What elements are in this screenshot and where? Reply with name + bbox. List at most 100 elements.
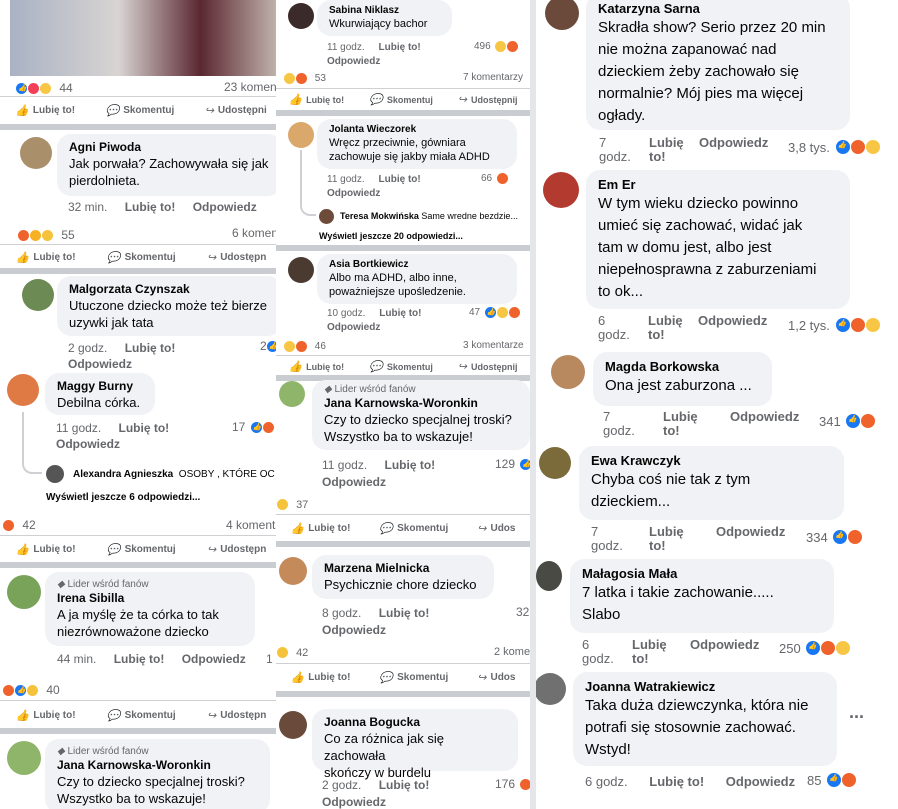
comment-reaction-count[interactable]: 1 [266, 652, 273, 666]
comment-reaction-count[interactable]: 47 [469, 306, 521, 319]
comment-reaction-count[interactable]: 3,8 tys. [788, 139, 881, 155]
post-reaction-count[interactable]: 42 [276, 646, 308, 659]
comment-author[interactable]: Jolanta Wieczorek [329, 123, 505, 136]
post-photo[interactable] [10, 0, 282, 76]
comment-reaction-count[interactable]: 341 [819, 413, 877, 429]
share-button[interactable]: ↪ Udostępn [207, 251, 266, 264]
comment-reply-button[interactable]: Odpowiedz [322, 623, 386, 637]
comment-author[interactable]: Irena Sibilla [57, 591, 243, 606]
share-button[interactable]: ↪ Udostępn [207, 543, 266, 556]
post-comment-count[interactable]: 4 komenta [226, 518, 282, 532]
comment-reply-button[interactable]: Odpowiedz [56, 437, 120, 451]
comment-reply-button[interactable]: Odpowiedz [182, 652, 246, 666]
comment-reply-button[interactable]: Odpowiedz [730, 410, 799, 424]
comment-reply-button[interactable]: Odpowiedz [726, 774, 795, 789]
comment-like-button[interactable]: Lubię to! [649, 774, 704, 789]
avatar[interactable] [288, 3, 314, 29]
comment-reply-button[interactable]: Odpowiedz [327, 322, 380, 333]
view-more-replies-link[interactable]: Wyświetl jeszcze 6 odpowiedzi... [46, 492, 200, 503]
comment-like-button[interactable]: Lubię to! [385, 458, 436, 472]
comment-reaction-count[interactable]: 32 [516, 605, 529, 619]
comment-reply-button[interactable]: Odpowiedz [698, 314, 767, 328]
comment-author[interactable]: Em Er [598, 176, 838, 193]
comment-like-button[interactable]: Lubię to! [632, 638, 667, 666]
avatar[interactable] [7, 741, 41, 775]
comment-author[interactable]: Joanna Watrakiewicz [585, 678, 825, 695]
comment-time[interactable]: 10 godz. [327, 308, 365, 319]
comment-button[interactable]: 💬 Skomentuj [107, 709, 176, 722]
comment-time[interactable]: 7 godz. [603, 410, 635, 438]
comment-like-button[interactable]: Lubię to! [648, 314, 683, 342]
share-button[interactable]: ↪ Udostępn [207, 709, 266, 722]
comment-reaction-count[interactable]: 496 [474, 40, 520, 53]
comment-time[interactable]: 7 godz. [591, 525, 623, 553]
avatar[interactable] [7, 374, 39, 406]
comment-time[interactable]: 11 godz. [327, 174, 365, 185]
avatar[interactable] [279, 557, 307, 585]
avatar[interactable] [288, 257, 314, 283]
comment-reply-button[interactable]: Odpowiedz [716, 525, 785, 539]
comment-like-button[interactable]: Lubię to! [379, 778, 430, 792]
like-button[interactable]: 👍 Lubię to! [291, 522, 351, 535]
avatar[interactable] [551, 355, 585, 389]
comment-author[interactable]: Asia Bortkiewicz [329, 258, 505, 271]
comment-time[interactable]: 11 godz. [327, 42, 365, 53]
comment-button[interactable]: 💬 Skomentuj [379, 671, 448, 684]
comment-reply-button[interactable]: Odpowiedz [193, 200, 257, 214]
comment-reaction-count[interactable]: 17 [232, 420, 275, 434]
comment-author[interactable]: Małagosia Mała [582, 565, 822, 582]
post-comment-count[interactable]: 6 komenta [232, 226, 282, 240]
comment-author[interactable]: Ewa Krawczyk [591, 452, 832, 469]
comment-button[interactable]: 💬 Skomentuj [105, 104, 174, 117]
comment-author[interactable]: Agni Piwoda [69, 140, 270, 155]
avatar[interactable] [319, 209, 334, 224]
avatar[interactable] [543, 172, 579, 208]
comment-reaction-count[interactable]: 85 [807, 772, 858, 788]
share-button[interactable]: ↪ Udostępnij [458, 360, 518, 373]
like-button[interactable]: 👍 Lubię to! [16, 543, 76, 556]
avatar[interactable] [279, 711, 307, 739]
comment-time[interactable]: 2 godz. [68, 341, 107, 355]
post-reaction-count[interactable]: 46 [283, 340, 326, 353]
like-button[interactable]: 👍 Lubię to! [16, 251, 76, 264]
comment-reaction-count[interactable]: 176 [495, 777, 530, 791]
comment-like-button[interactable]: Lubię to! [114, 652, 165, 666]
comment-author[interactable]: Jana Karnowska-Woronkin [324, 396, 518, 411]
share-button[interactable]: ↪ Udostępnij [458, 93, 518, 106]
post-reaction-count[interactable]: 55 [17, 228, 75, 242]
avatar[interactable] [46, 465, 64, 483]
reply-author[interactable]: Alexandra Agnieszka [73, 469, 173, 480]
comment-author[interactable]: Maggy Burny [57, 379, 143, 394]
avatar[interactable] [536, 561, 562, 591]
comment-button[interactable]: 💬 Skomentuj [107, 543, 176, 556]
comment-button[interactable]: 💬 Skomentuj [369, 360, 433, 373]
comment-author[interactable]: Jana Karnowska-Woronkin [57, 758, 258, 773]
view-more-replies-link[interactable]: Wyświetl jeszcze 20 odpowiedzi... [319, 231, 463, 241]
avatar[interactable] [22, 279, 54, 311]
share-button[interactable]: ↪ Udostępni [205, 104, 267, 117]
more-options-icon[interactable]: ... [849, 702, 864, 723]
post-reaction-count[interactable]: 40 [2, 683, 60, 697]
comment-author[interactable]: Katarzyna Sarna [598, 0, 838, 17]
comment-button[interactable]: 💬 Skomentuj [107, 251, 176, 264]
comment-like-button[interactable]: Lubię to! [119, 421, 170, 435]
comment-time[interactable]: 6 godz. [582, 638, 614, 666]
share-button[interactable]: ↪ Udos [477, 522, 515, 535]
like-button[interactable]: 👍 Lubię to! [291, 671, 351, 684]
like-button[interactable]: 👍 Lubię to! [288, 360, 344, 373]
comment-reply-button[interactable]: Odpowiedz [699, 136, 768, 150]
comment-time[interactable]: 11 godz. [56, 421, 101, 435]
post-comment-count[interactable]: 7 komentarzy [463, 72, 523, 83]
comment-like-button[interactable]: Lubię to! [125, 341, 176, 355]
post-reaction-count[interactable]: 42 [2, 518, 36, 532]
like-button[interactable]: 👍 Lubię to! [288, 93, 344, 106]
comment-like-button[interactable]: Lubię to! [649, 136, 684, 164]
post-reaction-count[interactable]: 44 [15, 81, 73, 95]
comment-like-button[interactable]: Lubię to! [379, 174, 421, 185]
reply-author[interactable]: Teresa Mokwińska [340, 211, 419, 221]
comment-reply-button[interactable]: Odpowiedz [690, 638, 759, 652]
post-reaction-count[interactable]: 53 [283, 72, 326, 85]
post-comment-count[interactable]: 2 kome [494, 646, 530, 658]
comment-like-button[interactable]: Lubię to! [379, 42, 421, 53]
avatar[interactable] [536, 673, 566, 705]
